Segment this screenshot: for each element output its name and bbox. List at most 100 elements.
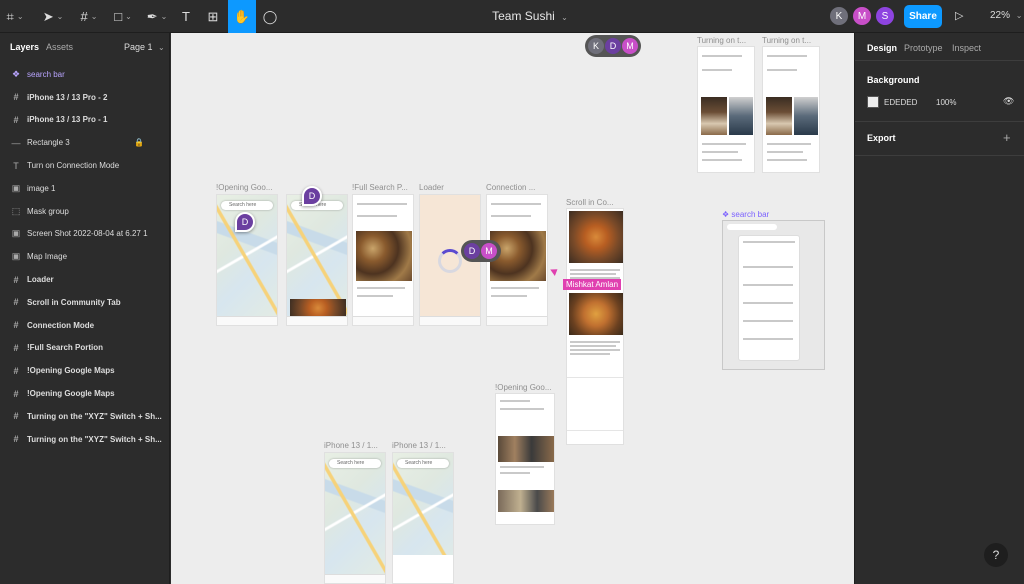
tab-assets[interactable]: Assets <box>46 42 73 52</box>
page-selector[interactable]: Page 1 ⌄ <box>124 42 165 52</box>
zoom-dropdown[interactable]: 22% ⌄ <box>990 10 1023 21</box>
layer-item[interactable]: # !Opening Google Maps <box>0 359 170 382</box>
search-input[interactable]: Search here <box>329 459 381 468</box>
background-hex-input[interactable]: EDEDED <box>884 98 917 107</box>
phone-frame[interactable] <box>352 194 414 326</box>
frame-label[interactable]: iPhone 13 / 1... <box>392 441 454 450</box>
layer-item[interactable]: # iPhone 13 / 13 Pro - 2 <box>0 86 170 109</box>
text-icon: T <box>13 160 19 171</box>
layer-label: !Opening Google Maps <box>27 389 115 399</box>
spinner-icon <box>438 249 462 273</box>
frame-label[interactable]: Scroll in Co... <box>566 198 624 207</box>
search-input[interactable]: Search here <box>397 459 449 468</box>
main-menu-icon[interactable]: ⌗ ⌄ <box>2 0 28 33</box>
document-title[interactable]: Team Sushi ⌄ <box>460 9 600 23</box>
frame-label[interactable]: Turning on t... <box>697 36 755 45</box>
frame-tool-icon[interactable]: # ⌄ <box>74 0 104 33</box>
tab-design[interactable]: Design <box>867 43 897 53</box>
layer-item[interactable]: # Loader <box>0 268 170 291</box>
present-icon[interactable]: ▷ <box>955 9 963 22</box>
layer-item[interactable]: ❖ search bar <box>0 63 170 86</box>
figma-app: ⌗ ⌄ ➤ ⌄ # ⌄ □ ⌄ ✒ ⌄ T ⊞ ✋ ◯ Team Sushi ⌄ K M … <box>0 0 1024 584</box>
background-opacity-input[interactable]: 100% <box>936 98 956 107</box>
frame-icon: # <box>13 434 19 445</box>
layer-item[interactable]: # iPhone 13 / 13 Pro - 1 <box>0 109 170 132</box>
layer-label: image 1 <box>27 183 56 193</box>
search-input[interactable]: Search here <box>221 201 273 210</box>
avatar[interactable]: M <box>853 7 871 25</box>
line-icon: — <box>11 137 21 148</box>
layer-item[interactable]: # Turning on the "XYZ" Switch + Sh... <box>0 428 170 451</box>
phone-frame[interactable] <box>762 46 820 173</box>
color-swatch[interactable] <box>867 96 879 108</box>
divider <box>855 60 1024 61</box>
frame-label[interactable]: Turning on t... <box>762 36 820 45</box>
layer-item[interactable]: T Turn on Connection Mode <box>0 154 170 177</box>
bottom-nav <box>217 316 277 325</box>
frame-icon: # <box>13 365 19 376</box>
frame-label[interactable]: !Opening Goo... <box>216 183 278 192</box>
layer-item[interactable]: ⬚ Mask group <box>0 200 170 223</box>
tab-inspect[interactable]: Inspect <box>952 43 981 53</box>
layer-item[interactable]: # !Full Search Portion <box>0 337 170 360</box>
layer-item[interactable]: ▣ image 1 <box>0 177 170 200</box>
map-frame[interactable]: Search here <box>286 194 348 326</box>
layer-label: Rectangle 3 <box>27 138 70 148</box>
share-button[interactable]: Share <box>904 5 942 28</box>
eye-icon[interactable]: 👁 <box>1003 96 1014 107</box>
pen-tool-icon[interactable]: ✒ ⌄ <box>142 0 172 33</box>
mask-icon: ⬚ <box>11 205 21 216</box>
map-frame[interactable]: Search here <box>324 452 386 584</box>
layer-item[interactable]: ▣ Screen Shot 2022-08-04 at 6.27 1 <box>0 223 170 246</box>
shape-tool-icon[interactable]: □ ⌄ <box>108 0 138 33</box>
bottom-nav <box>420 316 480 325</box>
layer-label: Mask group <box>27 206 69 216</box>
frame-icon: # <box>13 411 19 422</box>
tab-prototype[interactable]: Prototype <box>904 43 943 53</box>
comment-tool-icon[interactable]: ◯ <box>260 0 280 33</box>
frame-label[interactable]: Loader <box>419 183 481 192</box>
phone-frame[interactable] <box>495 393 555 525</box>
image-icon: ▣ <box>11 228 21 239</box>
bottom-nav <box>487 316 547 325</box>
avatar[interactable]: K <box>830 7 848 25</box>
layer-item[interactable]: # Scroll in Community Tab <box>0 291 170 314</box>
layer-label: Turn on Connection Mode <box>27 161 120 171</box>
component-label[interactable]: ❖ search bar <box>722 210 802 219</box>
frame-icon: # <box>13 274 19 285</box>
add-export-icon[interactable]: + <box>1003 130 1011 145</box>
layer-item[interactable]: ▣ Map Image <box>0 245 170 268</box>
lock-icon[interactable]: 🔒 <box>134 138 144 147</box>
layer-label: Scroll in Community Tab <box>27 297 121 307</box>
component-icon: ❖ <box>11 68 21 79</box>
frame-label[interactable]: !Opening Goo... <box>495 383 555 392</box>
layer-label: Turning on the "XYZ" Switch + Sh... <box>27 411 162 421</box>
layer-label: iPhone 13 / 13 Pro - 1 <box>27 115 108 125</box>
map-frame[interactable]: Search here <box>392 452 454 584</box>
resources-icon[interactable]: ⊞ <box>202 0 224 33</box>
layer-item[interactable]: — Rectangle 3 🔒 <box>0 131 170 154</box>
avatar: D <box>605 38 621 54</box>
layer-item[interactable]: # Turning on the "XYZ" Switch + Sh... <box>0 405 170 428</box>
canvas[interactable]: K D M Turning on t... Turning on t... !O… <box>171 33 854 584</box>
frame-label[interactable]: Connection ... <box>486 183 548 192</box>
avatar: D <box>464 243 480 259</box>
phone-frame[interactable] <box>566 208 624 445</box>
layer-item[interactable]: # Connection Mode <box>0 314 170 337</box>
avatar[interactable]: S <box>876 7 894 25</box>
text-tool-icon[interactable]: T <box>176 0 196 33</box>
layer-label: Map Image <box>27 252 68 262</box>
component-frame[interactable] <box>722 220 825 370</box>
frame-icon: # <box>13 388 19 399</box>
help-button[interactable]: ? <box>984 543 1008 567</box>
frame-label[interactable]: iPhone 13 / 1... <box>324 441 386 450</box>
tab-layers[interactable]: Layers <box>10 42 39 52</box>
layer-list: ❖ search bar # iPhone 13 / 13 Pro - 2 # iPh… <box>0 63 170 451</box>
layer-label: !Full Search Portion <box>27 343 104 353</box>
frame-label[interactable]: !Full Search P... <box>352 183 414 192</box>
layer-item[interactable]: # !Opening Google Maps <box>0 382 170 405</box>
hand-tool-icon[interactable]: ✋ <box>228 0 256 33</box>
move-tool-icon[interactable]: ➤ ⌄ <box>38 0 68 33</box>
bottom-nav <box>325 574 385 583</box>
phone-frame[interactable] <box>697 46 755 173</box>
